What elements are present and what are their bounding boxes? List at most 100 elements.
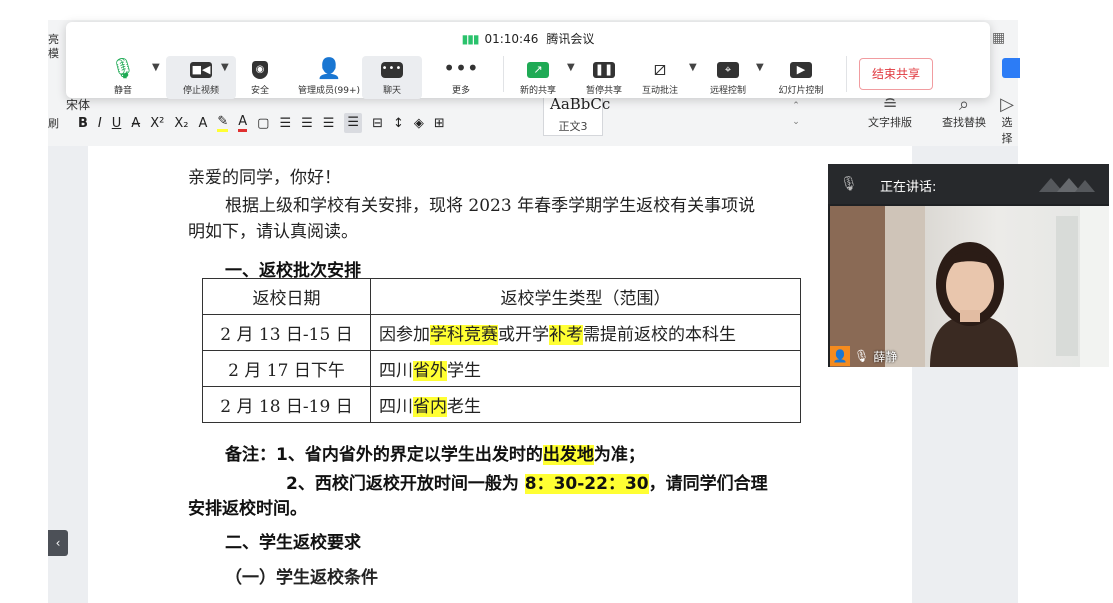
select-button[interactable]: ▷ 选择 [998,96,1016,146]
intro-line-2: 明如下，请认真阅读。 [188,222,358,242]
align-left-button[interactable]: ☰ [279,116,291,131]
return-schedule-table: 返校日期 返校学生类型（范围） 2 月 13 日-15 日 因参加学科竞赛或开学… [202,278,801,423]
table-row: 2 月 13 日-15 日 因参加学科竞赛或开学补考需提前返校的本科生 [202,314,801,351]
end-share-button[interactable]: 结束共享 [859,58,933,90]
underline-button[interactable]: U [112,116,122,131]
shading-button[interactable]: ◈ [414,116,424,131]
row-date: 2 月 17 日下午 [202,350,371,387]
note-line-2: 2、西校门返校开放时间一般为 8：30-22：30，请同学们合理 [286,469,768,494]
speaker-video-feed: 👤 🎙 薛静 [830,206,1109,367]
microphone-icon: 🎙 [110,56,136,80]
highlighted-text: 学科竞赛 [430,325,498,345]
cell-text: 需提前返校的本科生 [583,325,736,345]
speaker-portrait [830,206,1109,367]
mute-button[interactable]: 🎙 静音 [88,56,158,96]
strikethrough-button[interactable]: A̶ [131,116,140,131]
cell-text: 老生 [447,397,481,417]
meeting-status: ▮▮▮ 01:10:46 腾讯会议 [66,30,990,47]
find-replace-button[interactable]: ⌕ 查找替换 [935,96,993,130]
annotate-button[interactable]: ⧄ 互动批注 [625,56,695,96]
remote-control-icon: ⌖ [693,56,763,80]
select-label: 选择 [1001,116,1013,145]
cell-text: 因参加 [379,325,430,345]
text-effect-button[interactable]: A [198,116,207,131]
meeting-duration: 01:10:46 [484,32,539,46]
font-color-button[interactable]: A [238,114,248,132]
meeting-app-title: 腾讯会议 [546,32,595,46]
greeting-line: 亲爱的同学，你好！ [188,168,341,188]
table-row: 2 月 17 日下午 四川省外学生 [202,350,801,387]
security-button[interactable]: ◉ 安全 [225,56,295,96]
person-icon: 👤 [316,56,342,80]
format-painter-label[interactable]: 刷 [48,117,60,131]
slideshow-icon: ▶ [766,56,836,80]
screen-share-icon: ↗ [503,56,573,80]
magnifier-icon: ⌕ [958,94,970,115]
toolbar-divider [846,56,847,92]
style-name: 正文3 [558,120,588,133]
chat-label: 聊天 [382,86,401,96]
highlight-color-button[interactable]: ✎ [217,114,229,132]
video-panel-header: 🎙 正在讲话: [828,164,1109,204]
note-line-1: 备注：1、省内省外的界定以学生出发时的出发地为准； [225,440,645,465]
new-share-button[interactable]: ↗ 新的共享 [503,56,573,96]
note-line-3: 安排返校时间。 [188,499,307,519]
highlighted-text: 出发地 [542,445,594,465]
more-button[interactable]: ••• 更多 [426,56,496,96]
row-date: 2 月 18 日-19 日 [202,386,371,423]
remote-options-chevron-icon[interactable]: ▼ [756,62,764,73]
table-header-row: 返校日期 返校学生类型（范围） [202,278,801,315]
shield-icon: ◉ [225,56,295,80]
distribute-button[interactable]: ⊟ [372,116,383,131]
line-spacing-button[interactable]: ↕ [393,116,404,131]
more-label: 更多 [451,86,470,96]
grid-icon[interactable]: ▦ [992,30,1005,46]
highlighted-text: 省外 [413,361,447,381]
chat-button[interactable]: ••• 聊天 [362,56,422,99]
style-gallery-scroll[interactable]: ⌃ ⌄ [790,98,802,132]
speaking-label: 正在讲话: [880,180,937,195]
italic-button[interactable]: I [98,116,102,131]
justify-button[interactable]: ☰ [344,113,363,133]
speaker-video-panel[interactable]: 🎙 正在讲话: 👤 🎙 薛静 [828,164,1109,367]
align-right-button[interactable]: ☰ [323,116,335,131]
char-border-button[interactable]: ▢ [257,116,269,131]
remote-control-button[interactable]: ⌖ 远程控制 [693,56,763,96]
find-replace-label: 查找替换 [942,116,986,129]
highlighted-text: 8：30-22：30 [524,474,649,494]
bold-button[interactable]: B [78,116,88,131]
highlighted-text: 省内 [413,397,447,417]
collapse-panel-button[interactable]: ‹ [48,530,68,556]
text-layout-icon: ≘ [882,94,898,115]
subscript-button[interactable]: X₂ [174,116,188,131]
slideshow-control-button[interactable]: ▶ 幻灯片控制 [766,56,836,96]
mute-options-chevron-icon[interactable]: ▼ [152,62,160,73]
mute-label: 静音 [113,86,132,96]
more-dots-icon: ••• [443,56,479,80]
new-share-label: 新的共享 [519,86,556,96]
highlighted-text: 补考 [549,325,583,345]
signal-icon: ▮▮▮ [461,32,480,46]
host-badge-icon: 👤 [830,346,850,366]
manage-members-label: 管理成员(99+) [297,86,361,96]
font-name-box[interactable]: 宋体 [66,96,90,113]
format-toolbar: B I U A̶ X² X₂ A ✎ A ▢ ☰ ☰ ☰ ☰ ⊟ ↕ ◈ ⊞ [78,113,445,133]
note-text: 2、西校门返校开放时间一般为 [286,474,525,494]
text-layout-button[interactable]: ≘ 文字排版 [862,96,918,130]
security-label: 安全 [250,86,269,96]
superscript-button[interactable]: X² [150,116,164,131]
ribbon-edge-label: 亮模 [48,33,59,60]
row-student-type: 因参加学科竞赛或开学补考需提前返校的本科生 [370,314,801,351]
row-date: 2 月 13 日-15 日 [202,314,371,351]
share-edge-icon[interactable] [1002,58,1020,78]
borders-button[interactable]: ⊞ [434,116,445,131]
speaker-name-tag: 👤 🎙 薛静 [830,345,897,367]
speaker-name: 薛静 [873,349,898,364]
cursor-icon: ▷ [1000,96,1014,115]
align-center-button[interactable]: ☰ [301,116,313,131]
style-normal3[interactable]: AaBbCc 正文3 [543,92,610,136]
row-student-type: 四川省外学生 [370,350,801,387]
header-return-date: 返校日期 [202,278,371,315]
tencent-meeting-logo-icon [1039,178,1095,192]
manage-members-button[interactable]: 👤 管理成员(99+) [294,56,364,96]
